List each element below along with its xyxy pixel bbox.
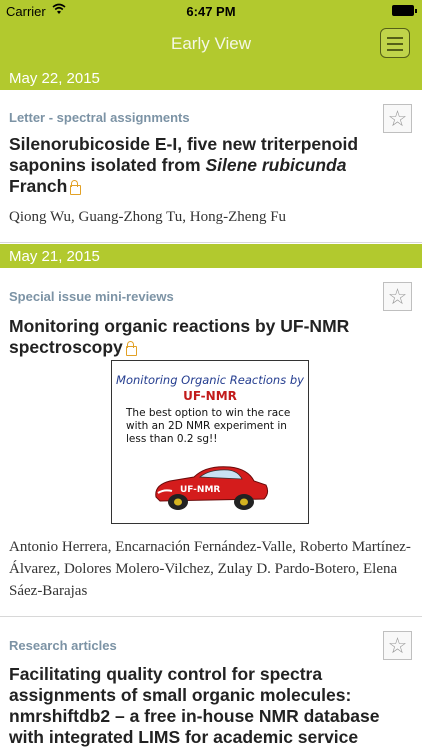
article-card[interactable]: Special issue mini-reviews ☆ Monitoring … xyxy=(0,268,422,617)
article-authors: Antonio Herrera, Encarnación Fernández-V… xyxy=(9,539,411,599)
graphic-caption-heading: UF-NMR xyxy=(183,389,237,403)
car-label: UF-NMR xyxy=(180,485,220,495)
article-category: Research articles xyxy=(9,638,117,653)
article-graphical-abstract[interactable]: Monitoring Organic Reactions by UF-NMR T… xyxy=(111,360,309,524)
page-title: Early View xyxy=(171,34,251,53)
favorite-star-icon[interactable]: ☆ xyxy=(383,282,412,311)
article-title[interactable]: Monitoring organic reactions by UF-NMR s… xyxy=(9,316,409,358)
section-date-header: May 21, 2015 xyxy=(0,244,422,268)
article-title[interactable]: Facilitating quality control for spectra… xyxy=(9,664,409,750)
article-card[interactable]: Letter - spectral assignments ☆ Silenoru… xyxy=(0,90,422,243)
article-title[interactable]: Silenorubicoside E-I, five new triterpen… xyxy=(9,134,409,197)
battery-icon xyxy=(392,5,417,16)
status-bar: Carrier 6:47 PM xyxy=(0,0,422,22)
race-car-icon: UF-NMR xyxy=(155,466,269,510)
graphic-caption-text: The best option to win the race with an … xyxy=(126,407,291,445)
article-category: Special issue mini-reviews xyxy=(9,289,174,304)
article-authors: Qiong Wu, Guang-Zhong Tu, Hong-Zheng Fu xyxy=(9,209,287,225)
favorite-star-icon[interactable]: ☆ xyxy=(383,631,412,660)
hamburger-menu-icon[interactable] xyxy=(380,28,410,58)
nav-bar: Early View xyxy=(0,22,422,66)
open-access-lock-icon xyxy=(70,180,82,195)
open-access-lock-icon xyxy=(125,341,137,356)
article-card[interactable]: Research articles ☆ Facilitating quality… xyxy=(0,618,422,750)
clock: 6:47 PM xyxy=(186,4,236,19)
article-category: Letter - spectral assignments xyxy=(9,110,190,125)
section-date-header: May 22, 2015 xyxy=(0,66,422,90)
favorite-star-icon[interactable]: ☆ xyxy=(383,104,412,133)
graphic-caption-line: Monitoring Organic Reactions by xyxy=(116,373,304,387)
